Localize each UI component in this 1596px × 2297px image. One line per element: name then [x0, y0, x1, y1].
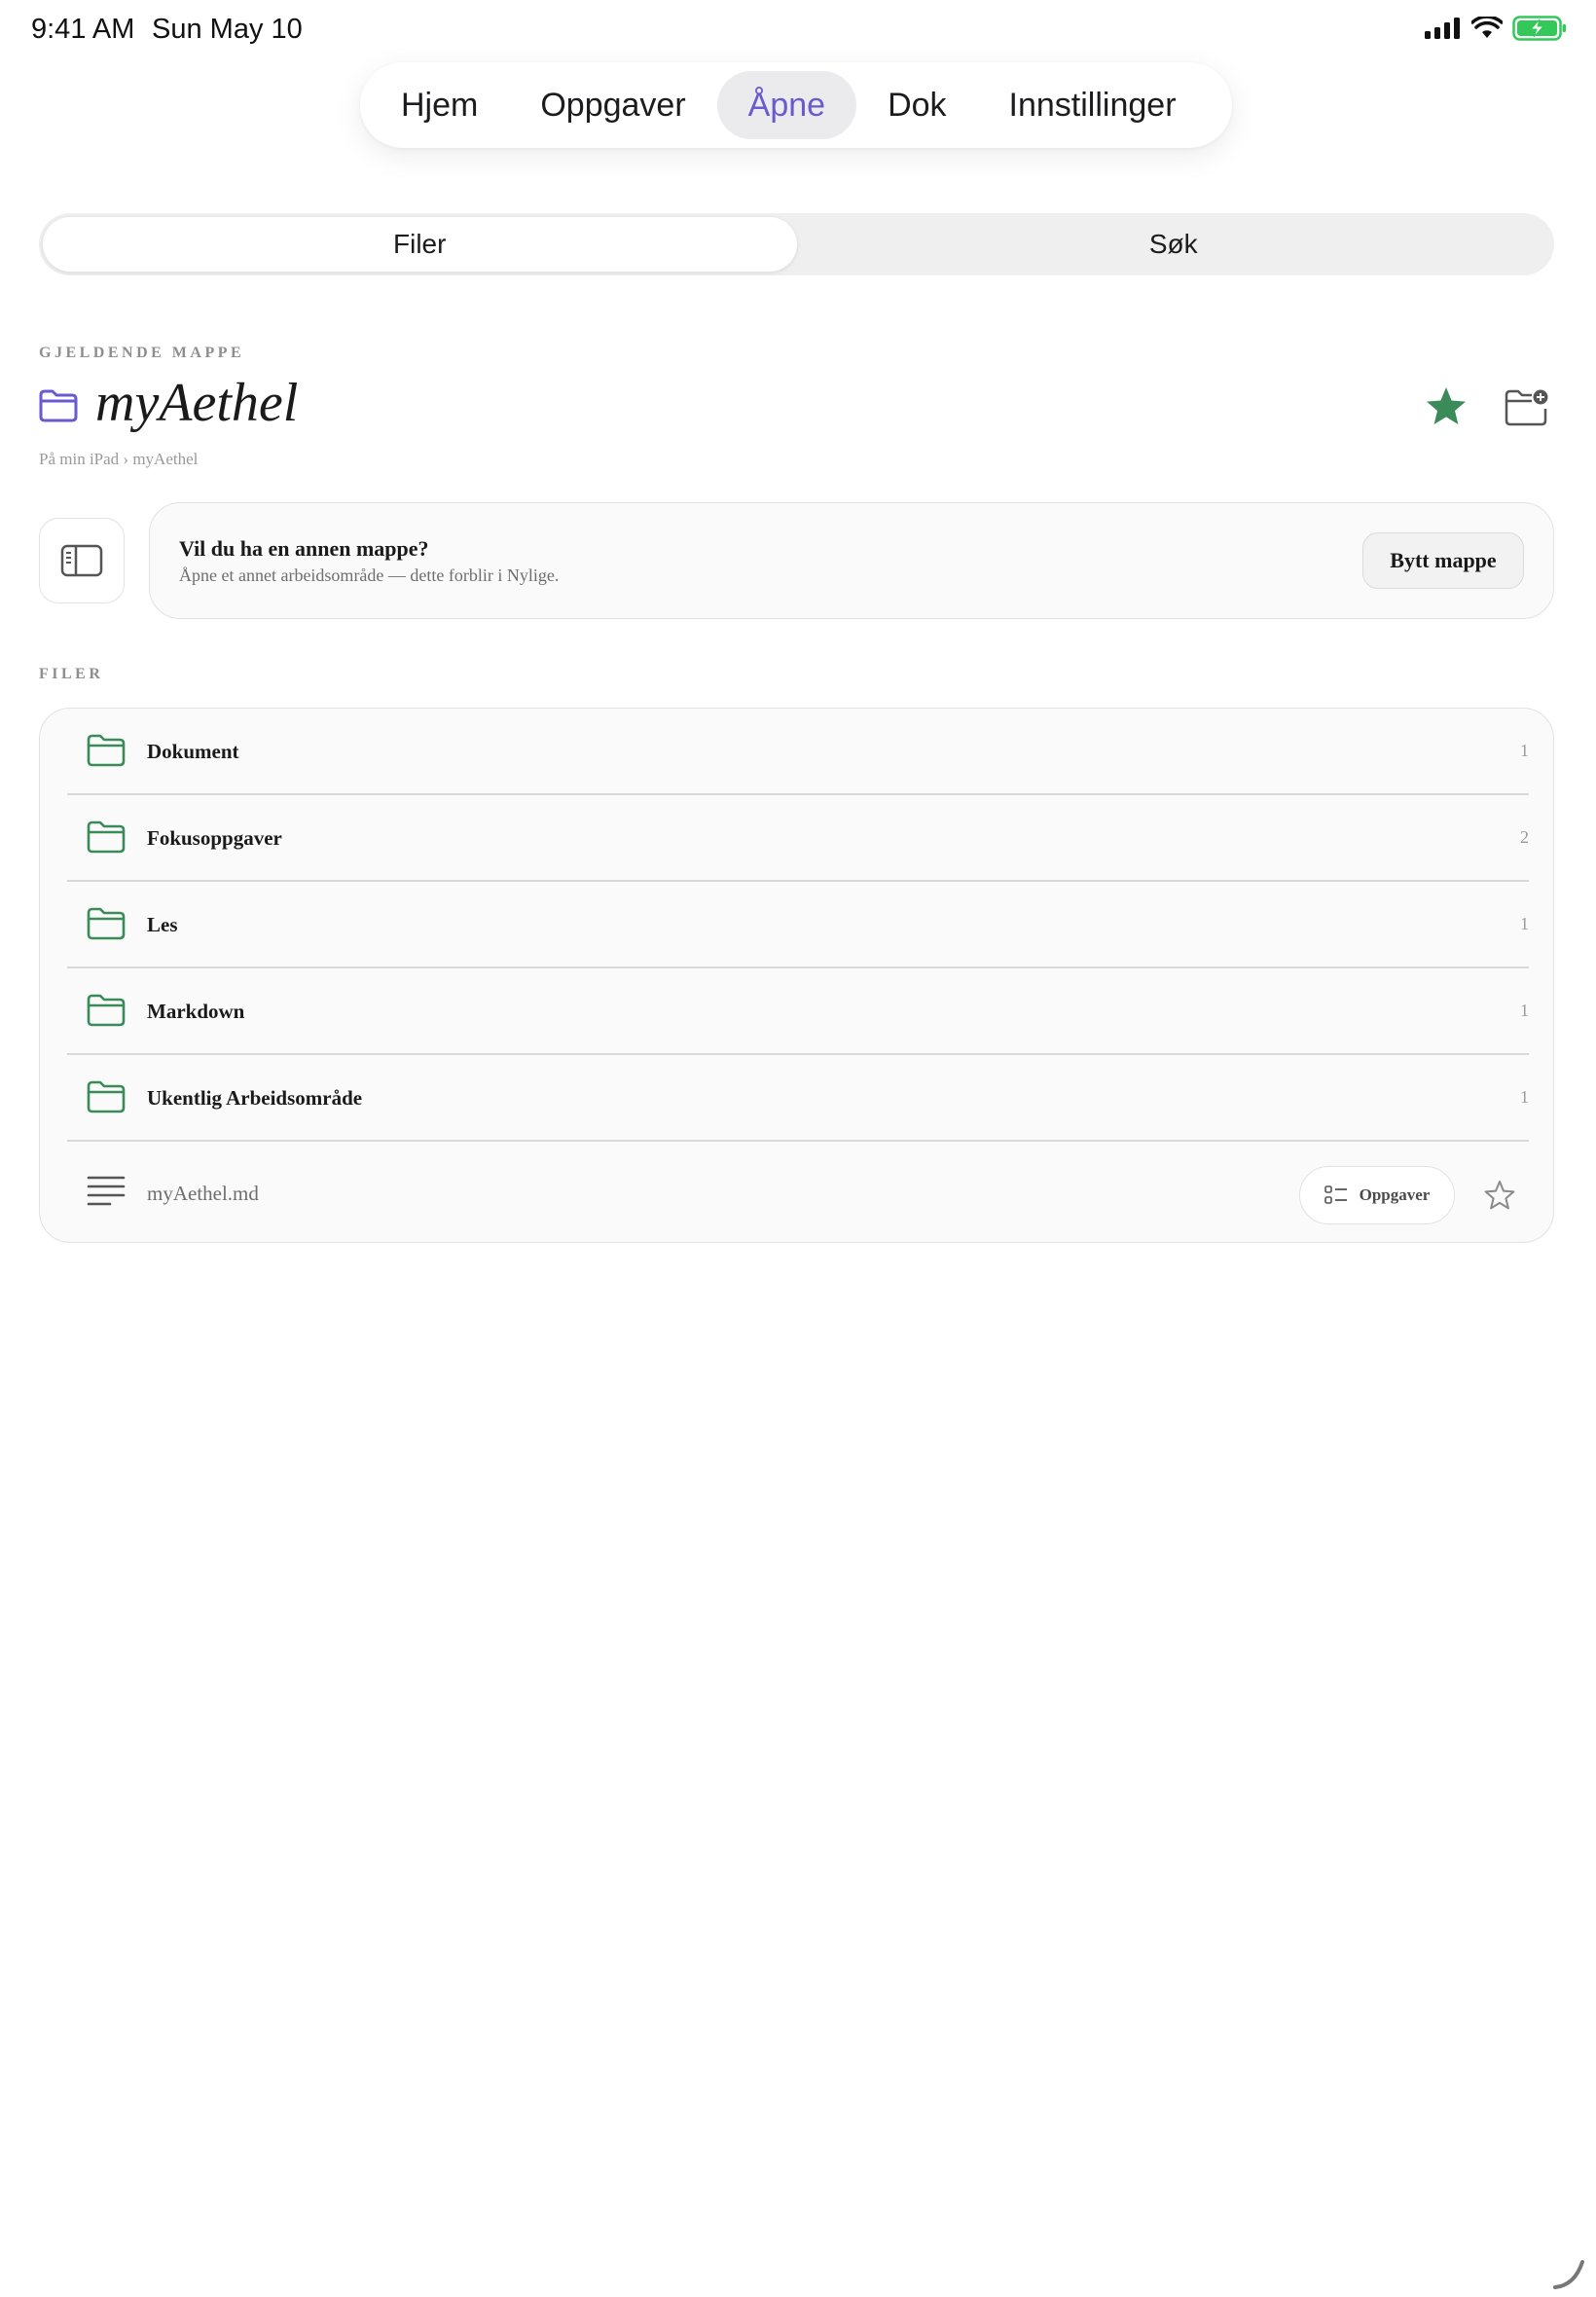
folder-name: Fokusoppgaver: [147, 826, 282, 850]
tasks-button-label: Oppgaver: [1359, 1185, 1431, 1204]
sidebar-toggle-button[interactable]: [39, 518, 125, 603]
wifi-icon: [1471, 17, 1503, 38]
tab-hjem[interactable]: Hjem: [370, 71, 509, 139]
folder-name: Ukentlig Arbeidsområde: [147, 1086, 363, 1110]
divider: [67, 1140, 1529, 1142]
folder-icon: [87, 734, 126, 767]
switch-folder-button[interactable]: Bytt mappe: [1362, 532, 1524, 589]
folder-row[interactable]: Ukentlig Arbeidsområde 1: [67, 1055, 1529, 1142]
folder-icon: [87, 1080, 126, 1113]
cellular-signal-icon: [1425, 18, 1460, 39]
status-time: 9:41 AM: [31, 14, 135, 45]
current-folder-label: GJELDENDE MAPPE: [39, 345, 245, 361]
folder-item-count: 1: [1520, 1087, 1529, 1107]
text-document-icon: [87, 1176, 126, 1206]
top-nav: Hjem Oppgaver Åpne Dok Innstillinger: [360, 62, 1232, 148]
folder-row[interactable]: Dokument 1: [67, 709, 1529, 795]
tasks-button[interactable]: Oppgaver: [1299, 1166, 1455, 1224]
tab-apne[interactable]: Åpne: [716, 71, 857, 139]
status-bar: 9:41 AM Sun May 10: [0, 0, 1596, 60]
segment-filer[interactable]: Filer: [43, 217, 797, 272]
file-list: Dokument 1 Fokusoppgaver 2 Les 1 Markdow…: [39, 708, 1554, 1243]
document-name: myAethel.md: [147, 1182, 259, 1205]
folder-row[interactable]: Les 1: [67, 882, 1529, 968]
tab-oppgaver[interactable]: Oppgaver: [509, 71, 716, 139]
tab-dok[interactable]: Dok: [856, 71, 977, 139]
switch-folder-subtitle: Åpne et annet arbeidsområde — dette forb…: [179, 565, 560, 585]
folder-item-count: 1: [1520, 1001, 1529, 1020]
segment-sok[interactable]: Søk: [797, 217, 1551, 272]
folder-name: Markdown: [147, 1000, 245, 1023]
sidebar-icon: [60, 544, 103, 577]
folder-item-count: 1: [1520, 914, 1529, 933]
view-segmented-control: Filer Søk: [39, 213, 1554, 275]
folder-row[interactable]: Fokusoppgaver 2: [67, 795, 1529, 882]
folder-icon: [87, 994, 126, 1027]
folder-name: Dokument: [147, 740, 239, 763]
status-icons: [1425, 16, 1567, 41]
new-folder-icon[interactable]: [1505, 387, 1549, 426]
document-row[interactable]: myAethel.md Oppgaver: [67, 1148, 1529, 1238]
folder-icon: [39, 389, 78, 422]
tab-innstillinger[interactable]: Innstillinger: [978, 71, 1208, 139]
folder-name: Les: [147, 913, 178, 936]
favorite-star-icon[interactable]: [1423, 383, 1469, 430]
switch-folder-card: Vil du ha en annen mappe? Åpne et annet …: [149, 502, 1554, 619]
status-date: Sun May 10: [152, 14, 303, 45]
folder-row[interactable]: Markdown 1: [67, 968, 1529, 1055]
page-title: myAethel: [95, 373, 299, 433]
checklist-icon: [1324, 1185, 1347, 1204]
folder-icon: [87, 907, 126, 940]
folder-item-count: 1: [1520, 741, 1529, 760]
battery-charging-icon: [1512, 16, 1566, 41]
resize-handle-icon[interactable]: [1551, 2256, 1586, 2291]
favorite-star-outline-icon[interactable]: [1483, 1180, 1516, 1211]
folder-icon: [87, 820, 126, 854]
switch-folder-title: Vil du ha en annen mappe?: [179, 536, 429, 561]
breadcrumb: På min iPad › myAethel: [39, 450, 199, 468]
folder-item-count: 2: [1520, 827, 1529, 847]
files-section-label: FILER: [39, 666, 104, 682]
